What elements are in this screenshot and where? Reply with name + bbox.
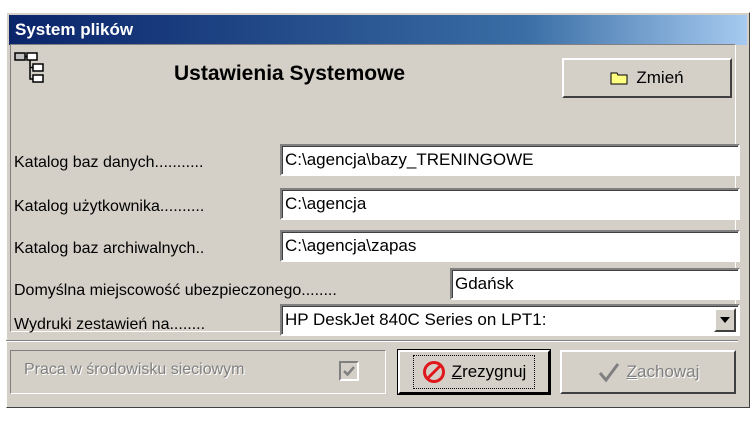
page-title: Ustawienia Systemowe: [174, 62, 406, 85]
default-city-label: Domyślna miejscowość ubezpieczonego.....…: [14, 282, 337, 299]
archive-dir-input[interactable]: C:\agencja\zapas: [280, 230, 740, 262]
default-city-input[interactable]: Gdańsk: [450, 268, 740, 300]
cancel-accel-key: Z: [451, 362, 463, 381]
cancel-button-label: rezygnuj: [462, 362, 527, 381]
archive-dir-label: Katalog baz archiwalnych..: [14, 240, 205, 257]
user-dir-input[interactable]: C:\agencja: [280, 188, 740, 220]
network-mode-label: Praca w środowisku sieciowym: [24, 361, 245, 378]
printer-select[interactable]: HP DeskJet 840C Series on LPT1:: [280, 304, 740, 336]
tree-structure-icon: [14, 52, 44, 83]
network-mode-checkbox[interactable]: [339, 361, 359, 381]
save-button-label: achowaj: [637, 362, 700, 381]
printer-label: Wydruki zestawień na........: [14, 316, 206, 333]
checkmark-icon: [343, 366, 355, 377]
cancel-button[interactable]: Zrezygnuj: [397, 349, 551, 395]
dropdown-arrow-icon[interactable]: [714, 308, 736, 332]
change-button-label: Zmień: [636, 68, 684, 87]
no-entry-icon: [422, 361, 445, 383]
title-bar[interactable]: System plików: [9, 15, 747, 45]
folder-icon: [610, 72, 628, 85]
divider: [6, 340, 738, 342]
save-button[interactable]: Zachowaj: [560, 350, 736, 394]
focus-rect: Zrezygnuj: [412, 355, 536, 389]
checkmark-icon: [598, 363, 619, 383]
db-dir-input[interactable]: C:\agencja\bazy_TRENINGOWE: [280, 144, 740, 176]
printer-select-value: HP DeskJet 840C Series on LPT1:: [285, 310, 547, 329]
db-dir-label: Katalog baz danych...........: [14, 154, 204, 171]
user-dir-label: Katalog użytkownika..........: [14, 198, 205, 215]
change-button[interactable]: Zmień: [562, 58, 732, 98]
window-title: System plików: [15, 20, 134, 39]
save-accel-key: Z: [626, 362, 637, 381]
